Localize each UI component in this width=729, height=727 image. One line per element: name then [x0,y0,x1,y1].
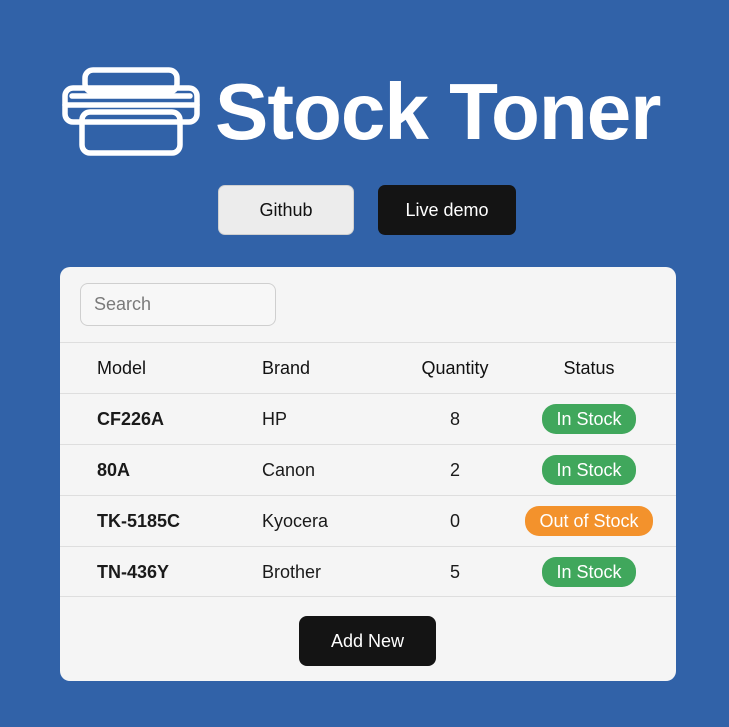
quantity-cell: 8 [449,408,460,429]
table-row[interactable]: CF226A HP 8 In Stock [60,393,676,444]
quantity-cell: 5 [449,561,460,582]
quantity-cell: 0 [449,510,460,531]
column-header-status[interactable]: Status [515,343,663,393]
table-row[interactable]: TN-436Y Brother 5 In Stock [60,546,676,597]
model-cell: TK-5185C [97,510,181,531]
status-cell: In Stock [515,445,663,495]
quantity-cell: 2 [449,459,460,480]
brand-cell: Canon [262,459,316,480]
status-cell: In Stock [515,547,663,597]
brand-cell: Brother [262,561,322,582]
search-input[interactable] [80,283,276,326]
status-badge: In Stock [542,455,636,485]
inventory-card: Model Brand Quantity Status CF226A HP 8 … [60,267,676,681]
add-new-button[interactable]: Add New [299,616,436,666]
model-cell: CF226A [97,408,165,429]
app-title: Stock Toner [215,67,661,156]
inventory-table: Model Brand Quantity Status CF226A HP 8 … [60,342,676,597]
table-row[interactable]: 80A Canon 2 In Stock [60,444,676,495]
model-cell: 80A [97,459,131,480]
status-cell: Out of Stock [515,496,663,546]
brand-cell: HP [262,408,288,429]
table-row[interactable]: TK-5185C Kyocera 0 Out of Stock [60,495,676,546]
model-cell: TN-436Y [97,561,170,582]
status-cell: In Stock [515,394,663,444]
status-badge: In Stock [542,557,636,587]
column-header-model[interactable]: Model [97,343,146,393]
status-badge: In Stock [542,404,636,434]
status-badge: Out of Stock [525,506,653,536]
column-header-brand[interactable]: Brand [262,343,310,393]
live-demo-button[interactable]: Live demo [378,185,516,235]
hero-header: Stock Toner [62,66,661,158]
column-header-quantity[interactable]: Quantity [395,343,515,393]
printer-icon [62,67,200,156]
table-header-row: Model Brand Quantity Status [60,342,676,393]
brand-cell: Kyocera [262,510,329,531]
github-button[interactable]: Github [218,185,354,235]
